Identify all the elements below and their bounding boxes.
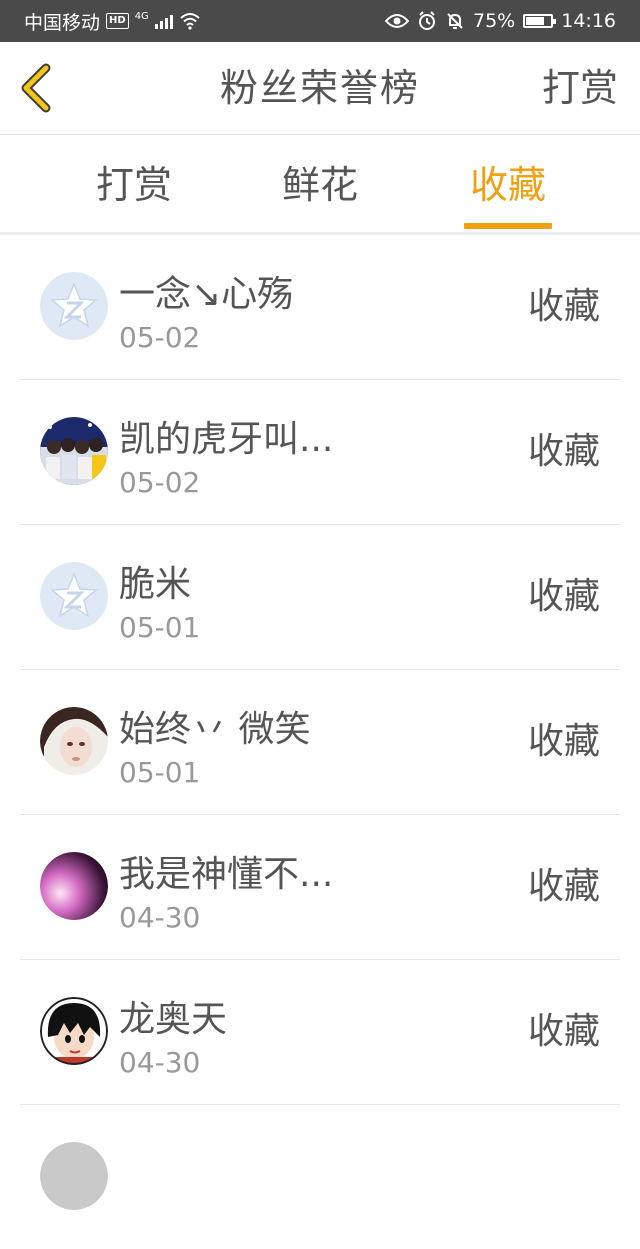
user-avatar <box>40 1142 108 1210</box>
date-label: 05-01 <box>119 611 201 644</box>
date-label: 05-02 <box>119 466 201 499</box>
list-item[interactable] <box>20 1105 620 1249</box>
active-tab-indicator <box>464 223 552 229</box>
carrier-label: 中国移动 <box>24 11 101 34</box>
user-name: 脆米 <box>119 564 192 605</box>
date-label: 04-30 <box>119 1046 201 1079</box>
tab-reward[interactable]: 打赏 <box>90 135 178 232</box>
status-right: 75% 14:16 <box>385 0 616 42</box>
list-item[interactable]: 一念↘心殇 05-02 收藏 <box>20 235 620 380</box>
battery-icon <box>523 14 557 28</box>
default-avatar-icon <box>40 272 108 340</box>
action-label: 收藏 <box>527 1011 600 1052</box>
action-label: 收藏 <box>527 576 600 617</box>
eye-icon <box>385 14 409 28</box>
date-label: 04-30 <box>119 901 201 934</box>
user-name: 一念↘心殇 <box>119 274 294 315</box>
mute-bell-icon <box>447 13 463 29</box>
action-label: 收藏 <box>527 866 600 907</box>
status-left: 中国移动 HD 4G <box>24 0 201 42</box>
tab-flowers[interactable]: 鲜花 <box>276 135 364 232</box>
user-name: 凯的虎牙叫... <box>119 419 334 460</box>
tab-label: 鲜花 <box>281 163 358 207</box>
user-name: 龙奥天 <box>119 999 228 1040</box>
battery-percent: 75% <box>473 10 516 32</box>
user-name: 我是神懂不... <box>119 854 334 895</box>
user-avatar <box>40 997 108 1065</box>
date-label: 05-01 <box>119 756 201 789</box>
list-item[interactable]: 我是神懂不... 04-30 收藏 <box>20 815 620 960</box>
list-item[interactable]: 脆米 05-01 收藏 <box>20 525 620 670</box>
date-label: 05-02 <box>119 321 201 354</box>
tab-bar: 打赏 鲜花 收藏 <box>0 135 640 235</box>
user-avatar <box>40 707 108 775</box>
list-item[interactable]: 始终丷 微笑 05-01 收藏 <box>20 670 620 815</box>
user-name: 始终丷 微笑 <box>119 709 311 750</box>
fan-list: 一念↘心殇 05-02 收藏 凯的虎牙叫... 05-02 收藏 脆米 05-0… <box>0 235 640 1249</box>
tab-label: 收藏 <box>469 163 546 207</box>
tab-favorites[interactable]: 收藏 <box>464 135 552 232</box>
action-label: 收藏 <box>527 286 600 327</box>
list-item[interactable]: 凯的虎牙叫... 05-02 收藏 <box>20 380 620 525</box>
status-bar: 中国移动 HD 4G 75% 14:16 <box>0 0 640 42</box>
network-label: 4G <box>134 10 149 22</box>
signal-icon <box>154 13 173 29</box>
action-label: 收藏 <box>527 431 600 472</box>
reward-button[interactable]: 打赏 <box>542 42 618 134</box>
list-item[interactable]: 龙奥天 04-30 收藏 <box>20 960 620 1105</box>
clock: 14:16 <box>561 10 616 32</box>
hd-badge: HD <box>106 13 129 29</box>
nav-bar: 粉丝荣誉榜 打赏 <box>0 42 640 135</box>
user-avatar <box>40 417 108 485</box>
tab-label: 打赏 <box>95 163 172 207</box>
action-label: 收藏 <box>527 721 600 762</box>
user-avatar <box>40 852 108 920</box>
default-avatar-icon <box>40 562 108 630</box>
wifi-icon <box>180 13 200 30</box>
alarm-icon <box>419 11 435 30</box>
